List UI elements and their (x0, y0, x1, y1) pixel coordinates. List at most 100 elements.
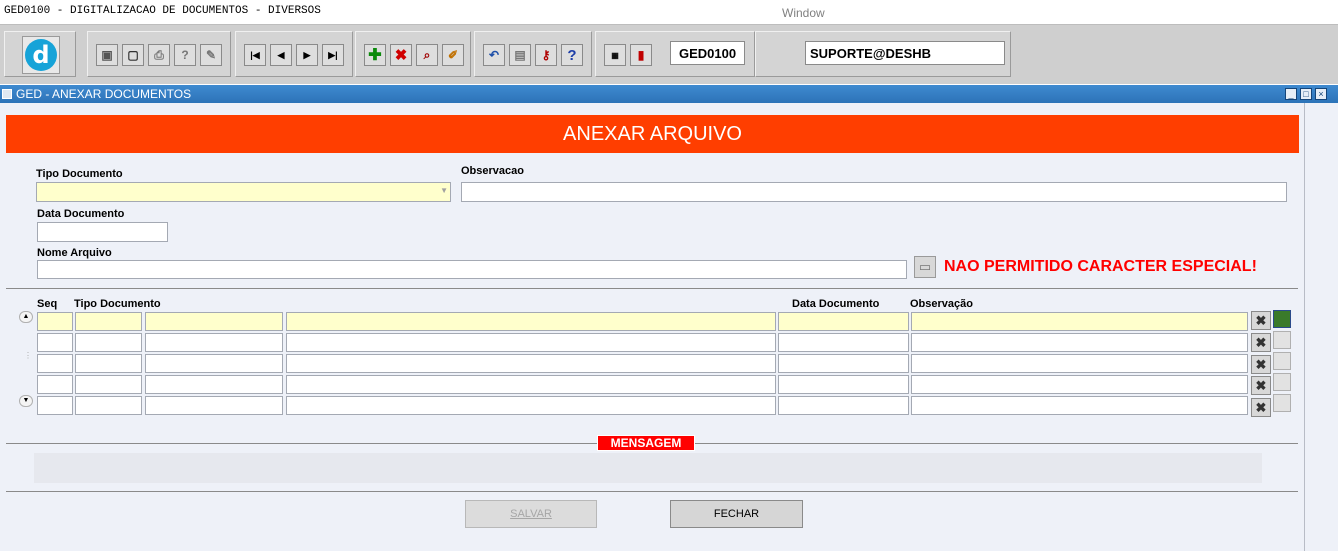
seq-cell[interactable] (37, 354, 73, 373)
descricao-cell[interactable] (145, 396, 283, 415)
window-menu[interactable]: Window (782, 6, 825, 20)
scroll-down-icon[interactable]: ▼ (19, 395, 33, 407)
tipo-cell[interactable] (75, 375, 142, 394)
table-row[interactable]: ✖ (37, 394, 1297, 417)
print-icon[interactable]: ⎙ (148, 44, 170, 66)
data-documento-field[interactable] (37, 222, 168, 242)
salvar-button[interactable]: SALVAR (465, 500, 597, 528)
data-documento-label: Data Documento (37, 208, 125, 220)
last-record-icon[interactable]: ▶| (322, 44, 344, 66)
observacao-cell[interactable] (911, 312, 1248, 331)
table-row[interactable]: ✖ (37, 310, 1297, 332)
undo-icon[interactable]: ↶ (483, 44, 505, 66)
query-icon[interactable]: ⌕ (416, 44, 438, 66)
open-folder-icon[interactable]: ▭ (914, 256, 936, 278)
observacao-label: Observacao (461, 165, 524, 177)
content-edge (1304, 103, 1305, 551)
tipo-documento-select[interactable]: ▼ (36, 182, 451, 202)
form-titlebar: GED - ANEXAR DOCUMENTOS _ □ × (0, 85, 1338, 103)
data-cell[interactable] (778, 333, 909, 352)
prev-record-icon[interactable]: ◀ (270, 44, 292, 66)
clear-icon[interactable]: ✐ (442, 44, 464, 66)
toolbar-group-file: ▣ ▢ ⎙ ? ✎ (87, 31, 231, 77)
toolbar-group-edit: ↶ ▤ ⚷ ? (474, 31, 592, 77)
observacao-header: Observação (910, 298, 973, 310)
app-logo: d (22, 36, 60, 74)
data-cell[interactable] (778, 396, 909, 415)
dropdown-icon[interactable]: ▼ (440, 186, 448, 195)
observacao-field[interactable] (461, 182, 1287, 202)
nome-arquivo-field[interactable] (37, 260, 907, 279)
toolbar-group-record: ✚ ✖ ⌕ ✐ (355, 31, 471, 77)
image-icon[interactable] (1273, 310, 1291, 328)
observacao-cell[interactable] (911, 354, 1248, 373)
scroll-up-icon[interactable]: ▲ (19, 311, 33, 323)
delete-row-icon[interactable]: ✖ (1251, 398, 1271, 417)
data-cell[interactable] (778, 312, 909, 331)
form-title: GED - ANEXAR DOCUMENTOS (16, 87, 192, 101)
seq-cell[interactable] (37, 312, 73, 331)
documento-cell[interactable] (286, 396, 776, 415)
help-icon[interactable]: ? (561, 44, 583, 66)
scroll-grip-icon[interactable]: ⋮ (24, 351, 32, 360)
documento-cell[interactable] (286, 333, 776, 352)
data-cell[interactable] (778, 354, 909, 373)
fechar-button[interactable]: FECHAR (670, 500, 803, 528)
documento-cell[interactable] (286, 354, 776, 373)
image-icon[interactable] (1273, 352, 1291, 370)
paste-icon[interactable]: ▤ (509, 44, 531, 66)
insert-record-icon[interactable]: ✚ (364, 44, 386, 66)
seq-cell[interactable] (37, 375, 73, 394)
seq-cell[interactable] (37, 396, 73, 415)
descricao-cell[interactable] (145, 375, 283, 394)
descricao-cell[interactable] (145, 333, 283, 352)
save-icon[interactable]: ▣ (96, 44, 118, 66)
seq-cell[interactable] (37, 333, 73, 352)
table-row[interactable]: ✖ (37, 352, 1297, 374)
delete-record-icon[interactable]: ✖ (390, 44, 412, 66)
observacao-cell[interactable] (911, 396, 1248, 415)
logo-icon: d (25, 39, 57, 71)
window-titlebar: GED0100 - DIGITALIZACAO DE DOCUMENTOS - … (0, 0, 1338, 24)
minimize-icon[interactable]: _ (1285, 88, 1297, 100)
documento-cell[interactable] (286, 312, 776, 331)
observacao-cell[interactable] (911, 375, 1248, 394)
form-icon (2, 89, 12, 99)
salvar-label: SALVAR (510, 508, 552, 520)
exit-icon[interactable]: ▮ (630, 44, 652, 66)
delete-row-icon[interactable]: ✖ (1251, 376, 1271, 395)
delete-row-icon[interactable]: ✖ (1251, 355, 1271, 374)
delete-row-icon[interactable]: ✖ (1251, 333, 1271, 352)
help-query-icon[interactable]: ? (174, 44, 196, 66)
table-row[interactable]: ✖ (37, 373, 1297, 395)
tipo-cell[interactable] (75, 312, 142, 331)
maximize-icon[interactable]: □ (1300, 88, 1312, 100)
page-banner: ANEXAR ARQUIVO (6, 115, 1299, 153)
nome-arquivo-label: Nome Arquivo (37, 247, 112, 259)
close-icon[interactable]: × (1315, 88, 1327, 100)
tipo-cell[interactable] (75, 333, 142, 352)
grid-scrollbar[interactable]: ▲ ⋮ ▼ (19, 311, 33, 409)
image-icon[interactable] (1273, 331, 1291, 349)
table-row[interactable]: ✖ (37, 331, 1297, 353)
image-icon[interactable] (1273, 373, 1291, 391)
seq-header: Seq (37, 298, 58, 310)
menu-icon[interactable]: ▦ (604, 44, 626, 66)
edit-icon[interactable]: ✎ (200, 44, 222, 66)
toolbar: d ▣ ▢ ⎙ ? ✎ |◀ ◀ ▶ ▶| ✚ ✖ ⌕ ✐ ↶ ▤ ⚷ ? ▦ … (0, 24, 1338, 84)
descricao-cell[interactable] (145, 354, 283, 373)
observacao-cell[interactable] (911, 333, 1248, 352)
window-icon[interactable]: ▢ (122, 44, 144, 66)
next-record-icon[interactable]: ▶ (296, 44, 318, 66)
descricao-cell[interactable] (145, 312, 283, 331)
tipo-documento-label: Tipo Documento (36, 168, 123, 180)
data-cell[interactable] (778, 375, 909, 394)
tipo-cell[interactable] (75, 396, 142, 415)
documento-cell[interactable] (286, 375, 776, 394)
first-record-icon[interactable]: |◀ (244, 44, 266, 66)
key-icon[interactable]: ⚷ (535, 44, 557, 66)
divider (6, 288, 1298, 289)
tipo-cell[interactable] (75, 354, 142, 373)
delete-row-icon[interactable]: ✖ (1251, 311, 1271, 330)
image-icon[interactable] (1273, 394, 1291, 412)
